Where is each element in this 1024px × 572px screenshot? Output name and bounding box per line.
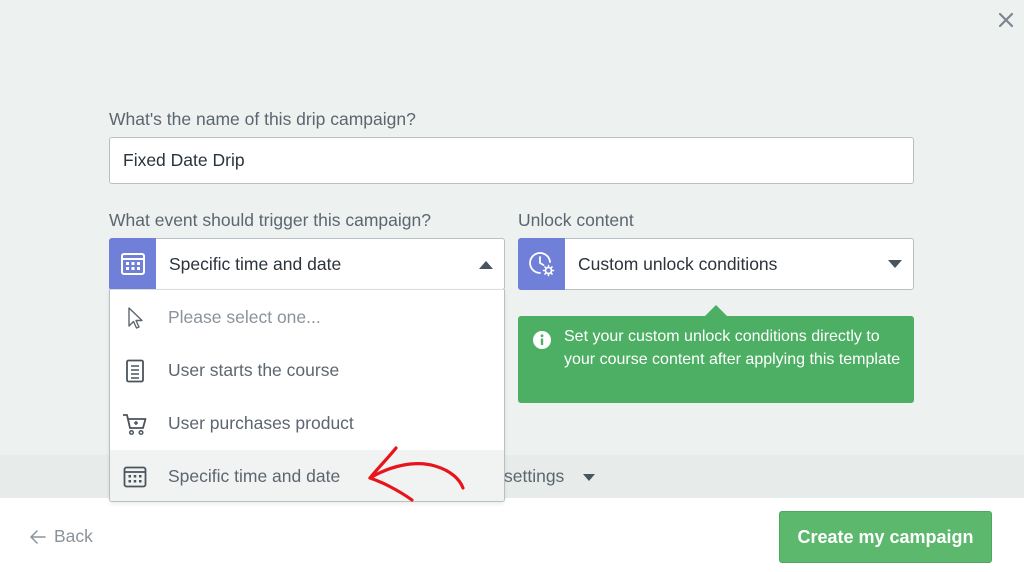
back-label: Back xyxy=(54,526,93,546)
info-message-text: Set your custom unlock conditions direct… xyxy=(564,328,901,368)
option-label: Specific time and date xyxy=(168,466,341,486)
back-link[interactable]: Back xyxy=(30,526,93,547)
campaign-name-input[interactable] xyxy=(109,137,914,184)
cursor-icon xyxy=(122,305,148,331)
unlock-content-label: Unlock content xyxy=(518,210,634,230)
trigger-select-value: Specific time and date xyxy=(169,254,342,274)
option-label: User starts the course xyxy=(168,360,340,380)
caret-down-icon[interactable] xyxy=(583,474,595,482)
unlock-content-select[interactable]: Custom unlock conditions xyxy=(518,238,914,290)
clock-gear-icon xyxy=(518,238,565,290)
option-label: Please select one... xyxy=(168,307,321,327)
document-icon xyxy=(122,358,148,384)
arrow-left-icon xyxy=(30,529,46,544)
info-message-box: Set your custom unlock conditions direct… xyxy=(518,316,914,403)
trigger-label: What event should trigger this campaign? xyxy=(109,210,431,230)
trigger-select[interactable]: Specific time and date xyxy=(109,238,505,290)
option-label: User purchases product xyxy=(168,413,354,433)
campaign-name-label: What's the name of this drip campaign? xyxy=(109,109,416,129)
settings-toggle[interactable]: settings xyxy=(504,466,564,487)
calendar-icon xyxy=(109,238,156,290)
caret-up-icon xyxy=(479,261,493,269)
unlock-select-value: Custom unlock conditions xyxy=(578,254,778,274)
calendar-icon xyxy=(122,464,148,490)
close-icon[interactable] xyxy=(996,10,1016,30)
info-icon xyxy=(533,331,551,349)
cart-icon xyxy=(122,411,148,437)
dropdown-option-user-starts-course[interactable]: User starts the course xyxy=(110,344,504,397)
create-campaign-button[interactable]: Create my campaign xyxy=(779,511,992,563)
red-arrow-annotation xyxy=(368,446,465,502)
caret-down-icon xyxy=(888,260,902,268)
dropdown-option-placeholder[interactable]: Please select one... xyxy=(110,291,504,344)
